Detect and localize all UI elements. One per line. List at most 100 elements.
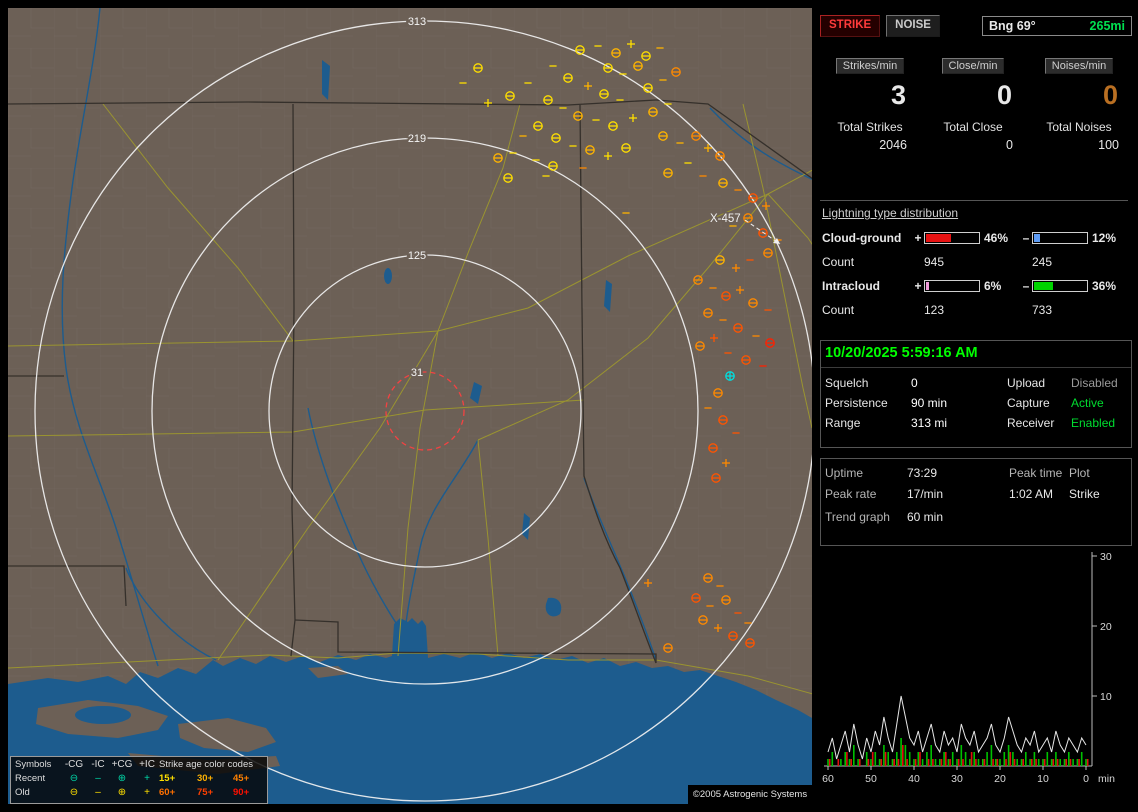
count-label: Count xyxy=(822,254,855,269)
cloud-ground-label: Cloud-ground xyxy=(822,230,902,245)
ic-neg-bar xyxy=(1032,279,1088,292)
recent-nic-symbol: – xyxy=(95,772,101,784)
noises-per-min-col: Noises/min 0 Total Noises 100 xyxy=(1026,58,1132,152)
svg-text:30: 30 xyxy=(951,773,963,785)
legend-header-pcg: +CG xyxy=(111,758,133,770)
old-pcg-symbol: ⊕ xyxy=(117,786,127,798)
rate-stats: Strikes/min 3 Total Strikes 2046 Close/m… xyxy=(820,58,1132,152)
svg-text:30: 30 xyxy=(1100,551,1112,563)
uptime-label: Uptime xyxy=(825,466,864,480)
age-30: 30+ xyxy=(197,772,214,784)
squelch-label: Squelch xyxy=(825,376,869,390)
strike-map[interactable]: 313 219 125 31 X-457 Symbols -CG -IC +CG +I… xyxy=(8,8,812,804)
minus-sign: – xyxy=(1022,278,1030,293)
status-panel: STRIKE NOISE Bng 69° 265mi Strikes/min 3… xyxy=(820,8,1132,804)
recent-pcg-symbol: ⊕ xyxy=(117,772,127,784)
squelch-value: 0 xyxy=(911,376,918,390)
legend-row-recent: Recent ⊖ – ⊕ + 15+ 30+ 45+ xyxy=(11,771,267,785)
cg-pos-bar xyxy=(924,231,980,244)
svg-text:10: 10 xyxy=(1037,773,1049,785)
cg-neg-pct: 12% xyxy=(1092,230,1117,245)
panel-topbar: STRIKE NOISE Bng 69° 265mi xyxy=(820,14,1132,38)
svg-text:60: 60 xyxy=(822,773,834,785)
close-per-min-value: 0 xyxy=(996,80,1012,110)
datetime-settings-box: 10/20/2025 5:59:16 AM Squelch 0 Upload D… xyxy=(820,340,1132,448)
map-canvas[interactable]: 313 219 125 31 X-457 xyxy=(8,8,812,804)
lake-pontchartrain xyxy=(75,706,131,724)
total-noises-label: Total Noises xyxy=(1046,120,1112,134)
bearing-value: Bng 69° xyxy=(989,19,1036,33)
svg-text:10: 10 xyxy=(1100,691,1112,703)
svg-text:20: 20 xyxy=(994,773,1006,785)
old-nic-symbol: – xyxy=(95,786,101,798)
current-datetime: 10/20/2025 5:59:16 AM xyxy=(821,341,1131,368)
uptime-status-box: Uptime 73:29 Peak time Plot Peak rate 17… xyxy=(820,458,1132,546)
range-value: 313 mi xyxy=(911,416,948,430)
age-75: 75+ xyxy=(197,786,214,798)
distribution-title: Lightning type distribution xyxy=(822,206,959,220)
svg-text:219: 219 xyxy=(408,133,426,145)
copyright-text: ©2005 Astrogenic Systems xyxy=(688,785,812,804)
minus-sign: – xyxy=(1022,230,1030,245)
intracloud-label: Intracloud xyxy=(822,278,881,293)
persistence-value: 90 min xyxy=(911,396,948,410)
noise-mode-button[interactable]: NOISE xyxy=(886,15,940,37)
peak-rate-value: 17/min xyxy=(907,487,944,501)
uptime-value: 73:29 xyxy=(907,466,938,480)
svg-text:20: 20 xyxy=(1100,621,1112,633)
ic-neg-pct: 36% xyxy=(1092,278,1117,293)
total-strikes-label: Total Strikes xyxy=(837,120,903,134)
section-divider xyxy=(820,200,1128,201)
ic-pos-count: 123 xyxy=(924,302,945,317)
upload-status: Disabled xyxy=(1071,376,1118,390)
svg-text:313: 313 xyxy=(408,16,426,28)
range-value: 265mi xyxy=(1089,19,1125,33)
upload-label: Upload xyxy=(1007,376,1046,390)
strikes-per-min-chip: Strikes/min xyxy=(835,58,905,74)
cg-pos-count: 945 xyxy=(924,254,945,269)
svg-text:X-457: X-457 xyxy=(710,213,741,225)
intracloud-count-row: Count 123 733 xyxy=(822,301,1130,318)
ic-pos-bar xyxy=(924,279,980,292)
total-strikes-value: 2046 xyxy=(879,138,907,152)
noises-per-min-value: 0 xyxy=(1102,80,1118,110)
legend-header-ncg: -CG xyxy=(64,758,84,770)
bearing-range-box: Bng 69° 265mi xyxy=(982,16,1132,36)
trend-window-value: 60 min xyxy=(907,510,944,524)
cg-neg-bar xyxy=(1032,231,1088,244)
age-60: 60+ xyxy=(159,786,176,798)
svg-text:min: min xyxy=(1098,773,1115,785)
trend-graph-label: Trend graph xyxy=(825,510,890,524)
svg-text:50: 50 xyxy=(865,773,877,785)
lightning-detector-app: 313 219 125 31 X-457 Symbols -CG -IC +CG +I… xyxy=(0,0,1138,812)
strikes-per-min-value: 3 xyxy=(890,80,906,110)
plot-value: Strike xyxy=(1069,487,1100,501)
ic-neg-count: 733 xyxy=(1032,302,1053,317)
peak-rate-label: Peak rate xyxy=(825,487,877,501)
ic-pos-pct: 6% xyxy=(984,278,1002,293)
svg-text:31: 31 xyxy=(411,367,423,379)
strike-mode-button[interactable]: STRIKE xyxy=(820,15,881,37)
noises-per-min-chip: Noises/min xyxy=(1044,58,1114,74)
total-close-label: Total Close xyxy=(943,120,1003,134)
map-legend: Symbols -CG -IC +CG +IC Strike age color… xyxy=(10,756,268,804)
plus-sign: + xyxy=(914,278,922,293)
close-per-min-chip: Close/min xyxy=(941,58,1005,74)
lightning-distribution: Lightning type distribution Cloud-ground… xyxy=(822,206,1130,325)
cloud-ground-row: Cloud-ground + 46% – 12% xyxy=(822,229,1130,246)
svg-text:0: 0 xyxy=(1083,773,1089,785)
legend-age-title: Strike age color codes xyxy=(159,758,253,770)
receiver-label: Receiver xyxy=(1007,416,1055,430)
legend-header-nic: -IC xyxy=(91,758,105,770)
range-label: Range xyxy=(825,416,861,430)
recent-pic-symbol: + xyxy=(144,772,150,784)
persistence-label: Persistence xyxy=(825,396,888,410)
plot-label: Plot xyxy=(1069,466,1090,480)
plus-sign: + xyxy=(914,230,922,245)
old-ncg-symbol: ⊖ xyxy=(69,786,79,798)
cg-neg-count: 245 xyxy=(1032,254,1053,269)
settings-grid: Squelch 0 Upload Disabled Persistence 90… xyxy=(821,368,1131,438)
age-45: 45+ xyxy=(233,772,250,784)
peak-time-value: 1:02 AM xyxy=(1009,487,1054,501)
legend-symbols-title: Symbols xyxy=(15,758,52,770)
